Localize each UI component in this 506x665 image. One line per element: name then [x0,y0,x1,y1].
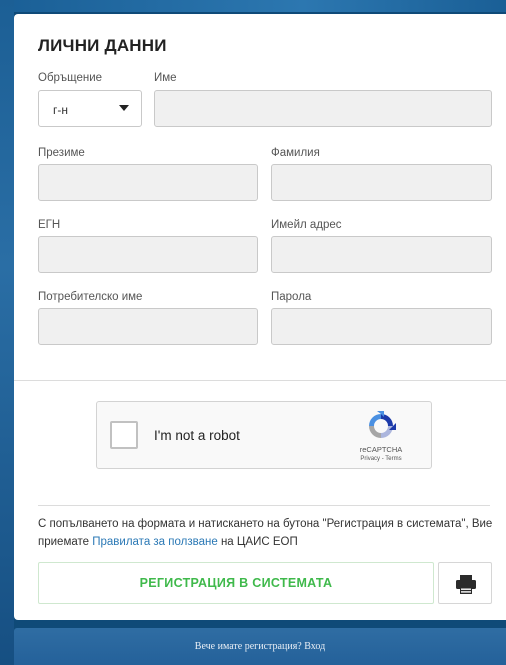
register-button[interactable]: РЕГИСТРАЦИЯ В СИСТЕМАТА [38,562,434,604]
salutation-value: г-н [53,103,68,117]
password-input[interactable] [271,308,492,345]
salutation-label: Обръщение [38,72,103,84]
recaptcha-logo-icon [369,411,396,438]
middle-name-label: Презиме [38,147,85,159]
section-title: ЛИЧНИ ДАННИ [38,36,167,55]
recaptcha-label: I'm not a robot [154,428,240,443]
salutation-select[interactable]: г-н [38,90,142,127]
recaptcha-privacy-terms[interactable]: Privacy - Terms [343,456,419,462]
recaptcha-widget: I'm not a robot reCAPTCHA Privacy - Term… [96,401,432,469]
egn-input[interactable] [38,236,258,273]
username-input[interactable] [38,308,258,345]
login-link-bar[interactable]: Вече имате регистрация? Вход [14,628,506,665]
page-background-top [0,0,506,12]
chevron-down-icon [119,105,129,111]
email-label: Имейл адрес [271,219,342,231]
section-divider [14,380,506,381]
username-label: Потребителско име [38,291,143,303]
printer-icon [456,575,476,594]
terms-suffix: на ЦАИС ЕОП [217,536,298,548]
first-name-label: Име [154,72,177,84]
first-name-input[interactable] [154,90,492,127]
recaptcha-brand: reCAPTCHA [359,445,403,454]
middle-name-input[interactable] [38,164,258,201]
last-name-input[interactable] [271,164,492,201]
last-name-label: Фамилия [271,147,320,159]
terms-link[interactable]: Правилата за ползване [92,536,218,548]
email-input[interactable] [271,236,492,273]
print-button[interactable] [438,562,492,604]
page-background-left [0,0,14,665]
terms-divider [38,505,490,506]
recaptcha-checkbox[interactable] [110,421,138,449]
registration-card: ЛИЧНИ ДАННИ Обръщение Име г-н Презиме Фа… [14,14,506,620]
egn-label: ЕГН [38,219,61,231]
password-label: Парола [271,291,312,303]
terms-text: С попълването на формата и натискането н… [38,515,496,551]
